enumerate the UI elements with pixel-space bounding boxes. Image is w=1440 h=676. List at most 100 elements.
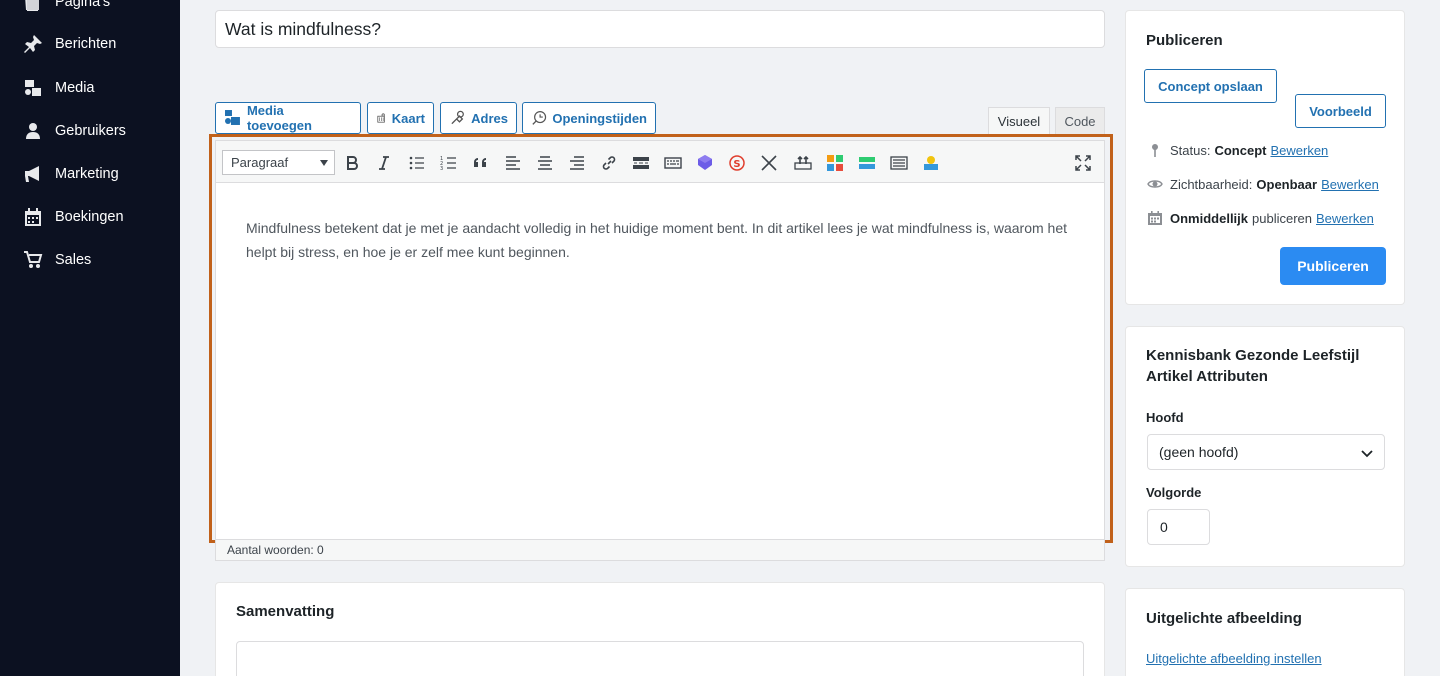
- blockquote-button[interactable]: [469, 151, 493, 175]
- table-button[interactable]: [887, 151, 911, 175]
- order-label: Volgorde: [1146, 485, 1202, 500]
- preview-button[interactable]: Voorbeeld: [1295, 94, 1386, 128]
- status-value: Concept: [1214, 142, 1267, 158]
- format-select[interactable]: Paragraaf: [222, 150, 335, 175]
- read-more-button[interactable]: [629, 151, 653, 175]
- align-right-icon: [570, 156, 584, 170]
- add-media-label: Media toevoegen: [246, 103, 312, 133]
- svg-text:S: S: [733, 159, 740, 170]
- address-icon: [451, 110, 464, 125]
- set-featured-image-link[interactable]: Uitgelichte afbeelding instellen: [1146, 651, 1322, 666]
- align-right-button[interactable]: [565, 151, 589, 175]
- editor-toolbar: Paragraaf 123 S: [216, 141, 1104, 183]
- summary-title: Samenvatting: [236, 603, 335, 620]
- sidebar-item-bookings[interactable]: Boekingen: [22, 205, 124, 229]
- italic-icon: [379, 156, 389, 170]
- sidebar-item-sales[interactable]: Sales: [22, 248, 91, 272]
- s-badge-icon: S: [729, 155, 745, 171]
- tab-visual[interactable]: Visueel: [988, 107, 1050, 134]
- svg-text:3: 3: [440, 166, 443, 172]
- align-left-icon: [506, 156, 520, 170]
- sidebar-item-pages[interactable]: Pagina's: [22, 0, 110, 14]
- align-center-icon: [538, 156, 552, 170]
- x-embed-button[interactable]: [757, 151, 781, 175]
- align-center-button[interactable]: [533, 151, 557, 175]
- content-editor: Paragraaf 123 S Mindfulness betekent dat…: [215, 140, 1105, 540]
- numbered-list-button[interactable]: 123: [437, 151, 461, 175]
- post-title-input[interactable]: Wat is mindfulness?: [215, 10, 1105, 48]
- plugin-shield-button[interactable]: [693, 151, 717, 175]
- upload-icon: [794, 155, 812, 170]
- map-label: Kaart: [391, 110, 425, 126]
- keyboard-icon: [664, 157, 682, 169]
- summary-input[interactable]: [236, 641, 1084, 676]
- editor-content[interactable]: Mindfulness betekent dat je met je aanda…: [246, 216, 1076, 264]
- link-icon: [602, 156, 616, 170]
- map-icon: [377, 113, 385, 123]
- fullscreen-button[interactable]: [1071, 151, 1095, 175]
- save-draft-button[interactable]: Concept opslaan: [1144, 69, 1277, 103]
- grid-blocks-button[interactable]: [823, 151, 847, 175]
- sidebar-item-marketing[interactable]: Marketing: [22, 162, 119, 186]
- calendar-icon: [22, 206, 44, 228]
- calendar-icon: [1146, 209, 1164, 227]
- author-box-button[interactable]: [919, 151, 943, 175]
- bullet-list-icon: [409, 156, 424, 170]
- chevron-down-icon: [1361, 450, 1373, 458]
- caret-down-icon: [320, 160, 328, 166]
- edit-status-link[interactable]: Bewerken: [1270, 143, 1328, 158]
- featured-image-panel: Uitgelichte afbeelding Uitgelichte afbee…: [1125, 588, 1405, 676]
- upload-button[interactable]: [791, 151, 815, 175]
- sidebar-item-label: Berichten: [55, 36, 117, 52]
- tab-code[interactable]: Code: [1055, 107, 1105, 134]
- sidebar-item-label: Gebruikers: [55, 123, 126, 139]
- publish-title: Publiceren: [1146, 32, 1223, 49]
- media-icon: [22, 77, 44, 99]
- italic-button[interactable]: [372, 151, 396, 175]
- link-button[interactable]: [597, 151, 621, 175]
- sidebar-item-label: Media: [55, 80, 95, 96]
- toolbar-toggle-button[interactable]: [661, 151, 685, 175]
- sidebar-item-users[interactable]: Gebruikers: [22, 119, 126, 143]
- bullet-list-button[interactable]: [405, 151, 429, 175]
- opening-hours-label: Openingstijden: [552, 110, 647, 126]
- visibility-value: Openbaar: [1256, 176, 1318, 192]
- numbered-list-icon: 123: [440, 156, 456, 172]
- add-media-icon: [224, 110, 240, 125]
- parent-label: Hoofd: [1146, 410, 1184, 425]
- plugin-s-button[interactable]: S: [725, 151, 749, 175]
- edit-schedule-link[interactable]: Bewerken: [1316, 211, 1374, 226]
- fullscreen-icon: [1075, 155, 1091, 171]
- table-icon: [890, 156, 908, 170]
- person-card-icon: [924, 156, 938, 170]
- rows-icon: [859, 157, 875, 169]
- parent-select[interactable]: (geen hoofd): [1147, 434, 1385, 470]
- quote-icon: [474, 158, 486, 167]
- opening-hours-button[interactable]: Openingstijden: [522, 102, 656, 134]
- summary-panel: Samenvatting: [215, 582, 1105, 676]
- user-icon: [22, 120, 44, 142]
- sidebar-item-posts[interactable]: Berichten: [22, 32, 116, 56]
- schedule-label: publiceren: [1252, 210, 1313, 226]
- pin-icon: [22, 33, 44, 55]
- format-select-value: Paragraaf: [231, 155, 289, 170]
- map-button[interactable]: Kaart: [367, 102, 434, 134]
- visibility-label: Zichtbaarheid:: [1170, 176, 1253, 192]
- pin-icon: [1146, 141, 1164, 159]
- edit-visibility-link[interactable]: Bewerken: [1321, 177, 1379, 192]
- address-button[interactable]: Adres: [440, 102, 517, 134]
- pages-icon: [22, 0, 44, 13]
- megaphone-icon: [22, 163, 44, 185]
- sidebar-item-label: Boekingen: [55, 209, 124, 225]
- sidebar-item-media[interactable]: Media: [22, 76, 95, 100]
- order-input[interactable]: 0: [1147, 509, 1210, 545]
- address-label: Adres: [471, 110, 508, 126]
- schedule-value: Onmiddellijk: [1170, 210, 1249, 226]
- visibility-row: Zichtbaarheid: Openbaar Bewerken: [1146, 175, 1379, 193]
- bold-button[interactable]: [340, 151, 364, 175]
- rows-button[interactable]: [855, 151, 879, 175]
- align-left-button[interactable]: [501, 151, 525, 175]
- publish-button[interactable]: Publiceren: [1280, 247, 1386, 285]
- schedule-row: Onmiddellijk publiceren Bewerken: [1146, 209, 1374, 227]
- add-media-button[interactable]: Media toevoegen: [215, 102, 361, 134]
